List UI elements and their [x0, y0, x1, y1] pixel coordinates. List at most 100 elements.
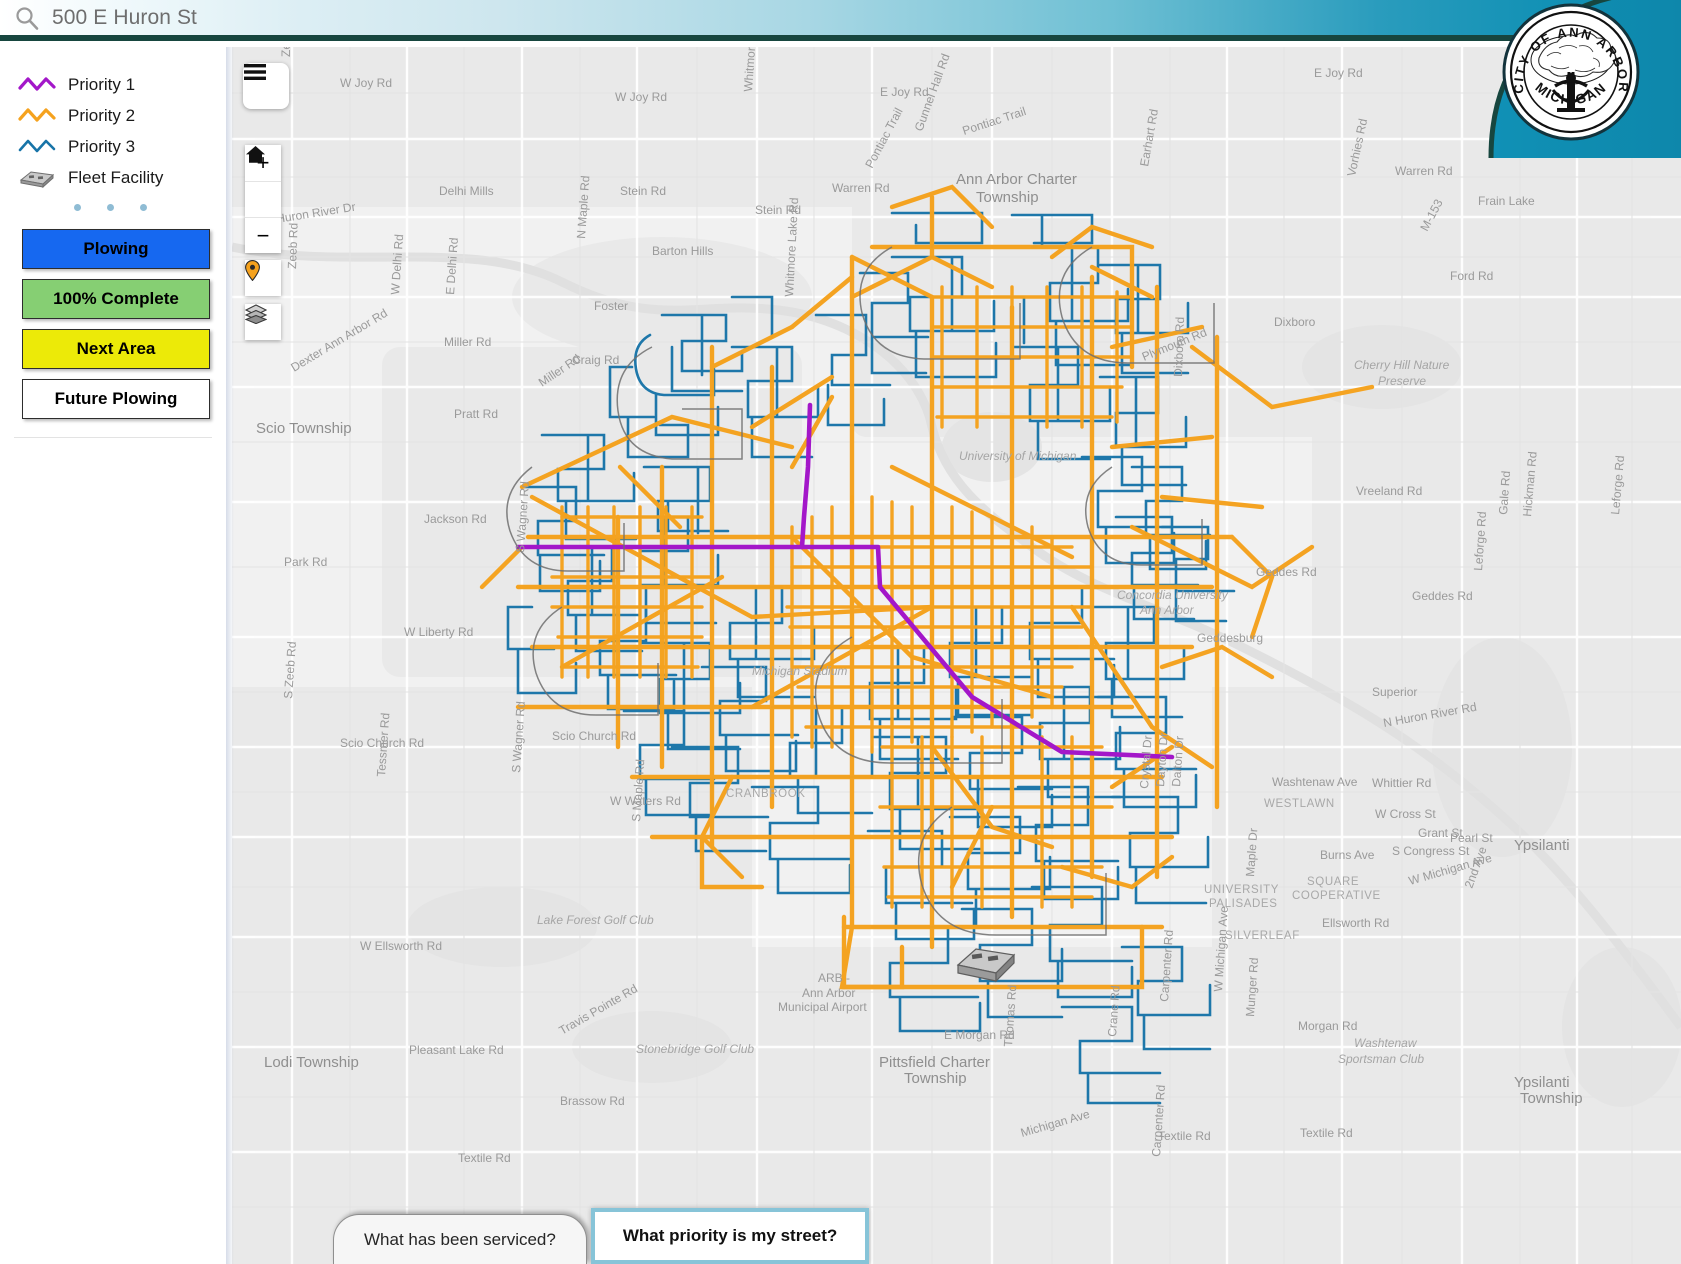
- map-label: Dixboro Rd: [1171, 317, 1187, 377]
- legend-label: Priority 3: [68, 136, 136, 156]
- map-label: Geddes Rd: [1412, 589, 1473, 603]
- next-area-button[interactable]: Next Area: [22, 329, 210, 369]
- dot-3[interactable]: [139, 204, 147, 211]
- map-label: Textile Rd: [1300, 1126, 1353, 1140]
- zoom-out-button[interactable]: −: [245, 217, 281, 253]
- search-bar[interactable]: [0, 5, 672, 31]
- map-label: Vreeland Rd: [1356, 484, 1422, 498]
- map-label: University of Michigan: [959, 449, 1077, 463]
- map-label: UNIVERSITY: [1204, 884, 1279, 896]
- map-label: Warren Rd: [832, 181, 890, 195]
- map-label: Michigan Stadium: [752, 664, 847, 678]
- map-label: Burns Ave: [1320, 848, 1375, 862]
- map-label: Stein Rd: [620, 184, 666, 198]
- map-label: Scio Township: [256, 420, 352, 437]
- what-has-been-serviced-button[interactable]: What has been serviced?: [333, 1214, 587, 1264]
- search-icon: [16, 6, 39, 30]
- map-label: Ford Rd: [1450, 269, 1493, 283]
- plowing-button[interactable]: Plowing: [22, 229, 210, 269]
- legend-pagination-dots[interactable]: [0, 204, 226, 211]
- map-label: COOPERATIVE: [1292, 890, 1381, 902]
- map-label: Cherry Hill Nature: [1354, 358, 1450, 372]
- zigzag-line-icon: [18, 76, 56, 91]
- future-plowing-button[interactable]: Future Plowing: [22, 379, 210, 419]
- map-label: Zeeb Rd: [285, 223, 301, 269]
- map-label: Whittier Rd: [1372, 776, 1431, 790]
- map-label: Ann Arbor: [802, 986, 855, 1000]
- map-label: S Congress St: [1392, 844, 1470, 858]
- location-pin-icon: [245, 260, 260, 281]
- map-label: Ellsworth Rd: [1322, 916, 1389, 930]
- map-label: Pittsfield Charter: [879, 1054, 990, 1071]
- map-label: Morgan Rd: [1298, 1019, 1357, 1033]
- map-label: Ann Arbor Charter: [956, 171, 1077, 188]
- what-priority-is-my-street-button[interactable]: What priority is my street?: [590, 1208, 870, 1264]
- map-label: Textile Rd: [458, 1151, 511, 1165]
- map-label: CRANBROOK: [726, 788, 806, 800]
- map-label: W Cross St: [1375, 807, 1436, 821]
- dot-1[interactable]: [73, 204, 81, 211]
- map-label: Pleasant Lake Rd: [409, 1043, 504, 1057]
- map-label: SILVERLEAF: [1225, 930, 1300, 942]
- map-label: E Joy Rd: [1314, 66, 1363, 80]
- map-label: W Waters Rd: [610, 794, 681, 808]
- layers-button[interactable]: [245, 304, 281, 340]
- legend-item-priority-2: Priority 2: [18, 100, 226, 131]
- map-label: W Ellsworth Rd: [360, 939, 442, 953]
- map-label: Ypsilanti: [1514, 837, 1570, 854]
- zigzag-line-icon: [18, 139, 56, 152]
- map-label: Barton Hills: [652, 244, 713, 258]
- map-label: Zeeb Rd: [279, 47, 293, 57]
- map-label: W Joy Rd: [615, 90, 667, 104]
- map-label: Geddes Rd: [1256, 565, 1317, 579]
- map-label: Scio Church Rd: [552, 729, 636, 743]
- map-menu-button[interactable]: [243, 63, 289, 109]
- map-label: Township: [904, 1070, 967, 1087]
- locate-button[interactable]: [245, 260, 281, 296]
- map-label: Warren Rd: [1395, 164, 1453, 178]
- map-label: Miller Rd: [444, 335, 491, 349]
- map-label: ARB -: [818, 971, 850, 985]
- home-button[interactable]: [245, 146, 281, 217]
- sidebar-divider: [14, 437, 212, 438]
- map-label: Frain Lake: [1478, 194, 1535, 208]
- map-label: Township: [976, 189, 1039, 206]
- question-bar: What has been serviced? What priority is…: [333, 1208, 870, 1264]
- map-label: Lodi Township: [264, 1054, 359, 1071]
- map-label: Superior: [1372, 685, 1417, 699]
- map-graphics: W Joy Rd W Joy Rd E Joy Rd E Joy Rd Zeeb Rd D…: [232, 47, 1681, 1264]
- legend-label: Fleet Facility: [68, 167, 164, 187]
- map-label: Delhi Mills: [439, 184, 494, 198]
- map-label: Park Rd: [284, 555, 327, 569]
- map-label: Preserve: [1378, 374, 1426, 388]
- map-label: Jackson Rd: [424, 512, 487, 526]
- legend-label: Priority 2: [68, 105, 136, 125]
- building-3d-icon: [19, 170, 55, 188]
- app-header: [0, 0, 1681, 41]
- map-canvas[interactable]: W Joy Rd W Joy Rd E Joy Rd E Joy Rd Zeeb Rd D…: [232, 47, 1681, 1264]
- map-label: Foster: [594, 299, 628, 313]
- map-label: Municipal Airport: [778, 1000, 867, 1014]
- map-label: Pearl St: [1450, 831, 1493, 845]
- map-label: Pratt Rd: [454, 407, 498, 421]
- map-label: Brassow Rd: [560, 1094, 625, 1108]
- hamburger-icon: [244, 64, 266, 80]
- map-label: SQUARE: [1307, 876, 1359, 888]
- legend-item-priority-1: Priority 1: [18, 69, 226, 100]
- zoom-controls[interactable]: + −: [245, 145, 281, 253]
- dot-2[interactable]: [106, 204, 114, 211]
- map-label: Textile Rd: [1158, 1129, 1211, 1143]
- map-label: Ann Arbor: [1139, 603, 1195, 617]
- map-label: Sportsman Club: [1338, 1052, 1424, 1066]
- legend-list: Priority 1 Priority 2 Priority 3 Fleet F…: [0, 61, 226, 193]
- map-label: Ypsilanti: [1514, 1074, 1570, 1091]
- legend-sidebar: Priority 1 Priority 2 Priority 3 Fleet F…: [0, 47, 226, 1264]
- map-label: Township: [1520, 1090, 1583, 1107]
- map-label: Concordia University: [1117, 588, 1229, 602]
- map-label: Lake Forest Golf Club: [537, 913, 654, 927]
- map-label: W Liberty Rd: [404, 625, 473, 639]
- complete-button[interactable]: 100% Complete: [22, 279, 210, 319]
- home-icon: [246, 146, 265, 163]
- map-label: Stonebridge Golf Club: [636, 1042, 754, 1056]
- search-input[interactable]: [52, 5, 672, 30]
